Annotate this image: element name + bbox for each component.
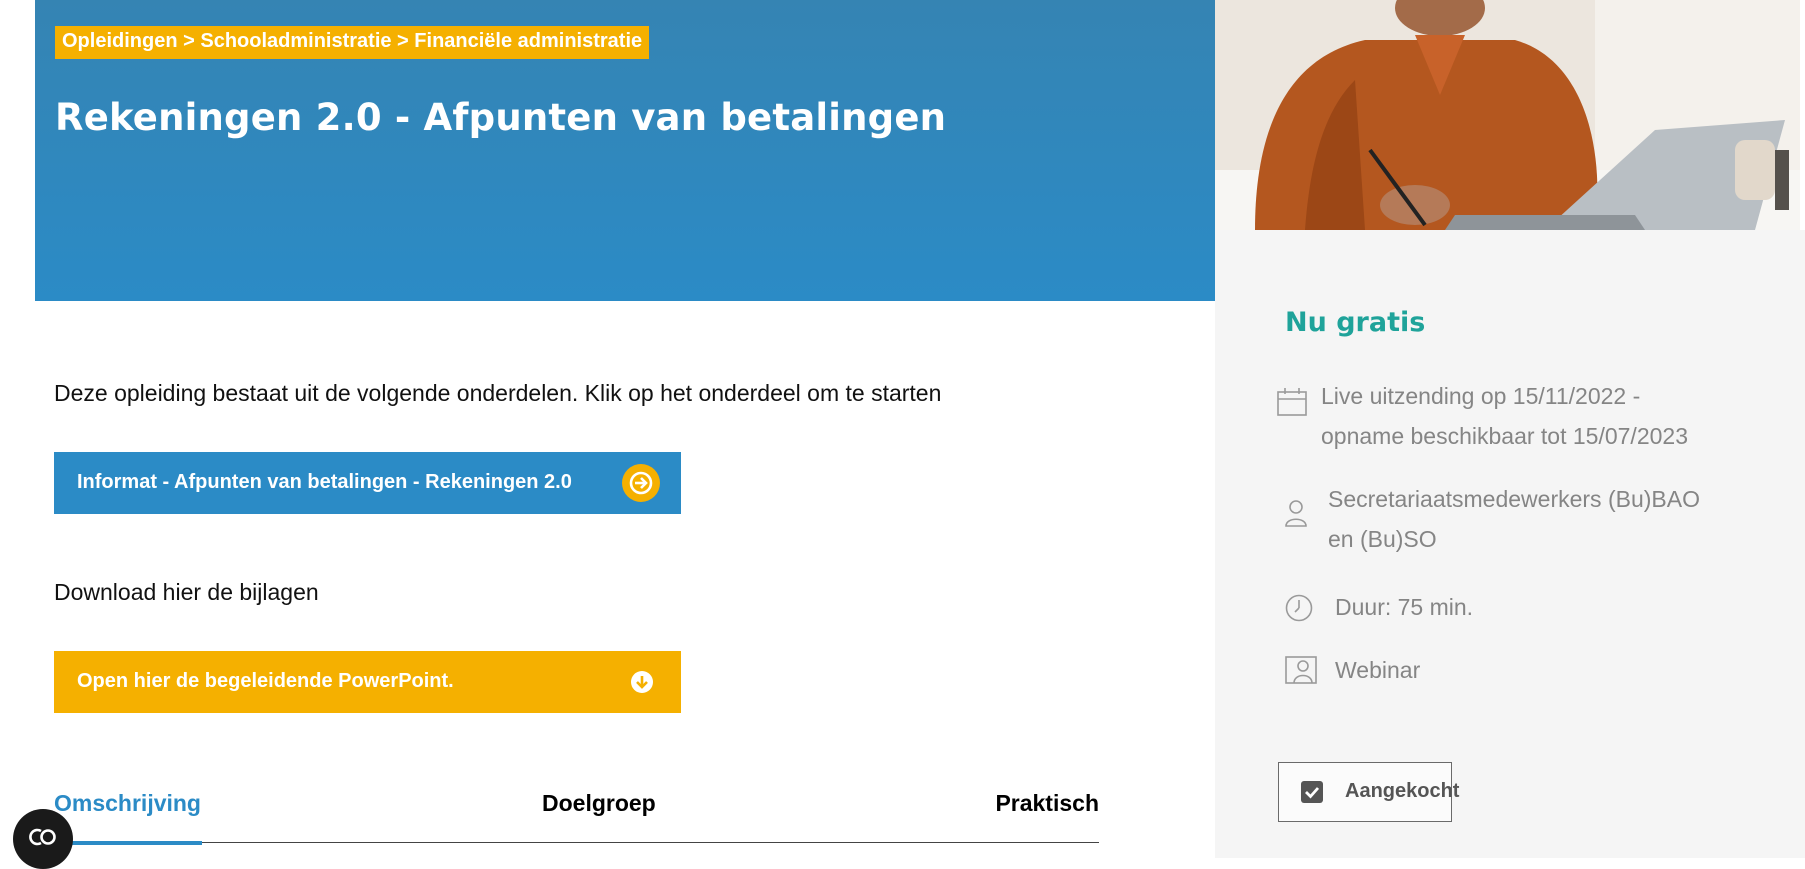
intro-text: Deze opleiding bestaat uit de volgende o…	[54, 380, 942, 406]
recording-availability: opname beschikbaar tot 15/07/2023	[1321, 423, 1688, 449]
breadcrumb[interactable]: Opleidingen > Schooladministratie > Fina…	[55, 26, 650, 59]
person-icon	[1285, 499, 1307, 539]
price-label: Nu gratis	[1285, 307, 1426, 338]
page-title: Rekeningen 2.0 - Afpunten van betalingen	[55, 96, 947, 139]
cookie-settings-button[interactable]	[13, 809, 73, 869]
checkbox-checked-icon	[1301, 781, 1323, 803]
active-tab-indicator	[54, 841, 202, 845]
tab-bar: Omschrijving Doelgroep Praktisch	[54, 770, 1099, 845]
purchased-toggle[interactable]: Aangekocht	[1278, 762, 1459, 822]
webinar-icon	[1285, 656, 1317, 696]
arrow-down-icon	[630, 670, 654, 700]
tab-omschrijving[interactable]: Omschrijving	[54, 790, 201, 817]
course-photo	[1215, 0, 1800, 230]
tab-doelgroep[interactable]: Doelgroep	[542, 790, 656, 817]
format-text: Webinar	[1335, 657, 1421, 683]
audience-line-1: Secretariaatsmedewerkers (Bu)BAO	[1328, 486, 1700, 512]
module-button-label: Informat - Afpunten van betalingen - Rek…	[77, 471, 572, 493]
cookie-icon	[27, 827, 59, 851]
clock-icon	[1285, 594, 1313, 634]
duration-text: Duur: 75 min.	[1335, 594, 1474, 620]
audience-line-2: en (Bu)SO	[1328, 526, 1437, 552]
hero-banner: Opleidingen > Schooladministratie > Fina…	[35, 0, 1215, 301]
course-sidebar: Nu gratis Live uitzending op 15/11/2022 …	[1215, 230, 1805, 858]
download-button-label: Open hier de begeleidende PowerPoint.	[77, 670, 454, 692]
calendar-icon	[1277, 388, 1307, 428]
purchased-label: Aangekocht	[1345, 780, 1460, 802]
download-powerpoint-button[interactable]: Open hier de begeleidende PowerPoint.	[54, 651, 681, 713]
arrow-right-icon	[622, 464, 660, 502]
tab-praktisch[interactable]: Praktisch	[995, 790, 1099, 817]
broadcast-date: Live uitzending op 15/11/2022 -	[1321, 383, 1641, 409]
download-intro: Download hier de bijlagen	[54, 579, 319, 605]
start-module-button[interactable]: Informat - Afpunten van betalingen - Rek…	[54, 452, 681, 514]
